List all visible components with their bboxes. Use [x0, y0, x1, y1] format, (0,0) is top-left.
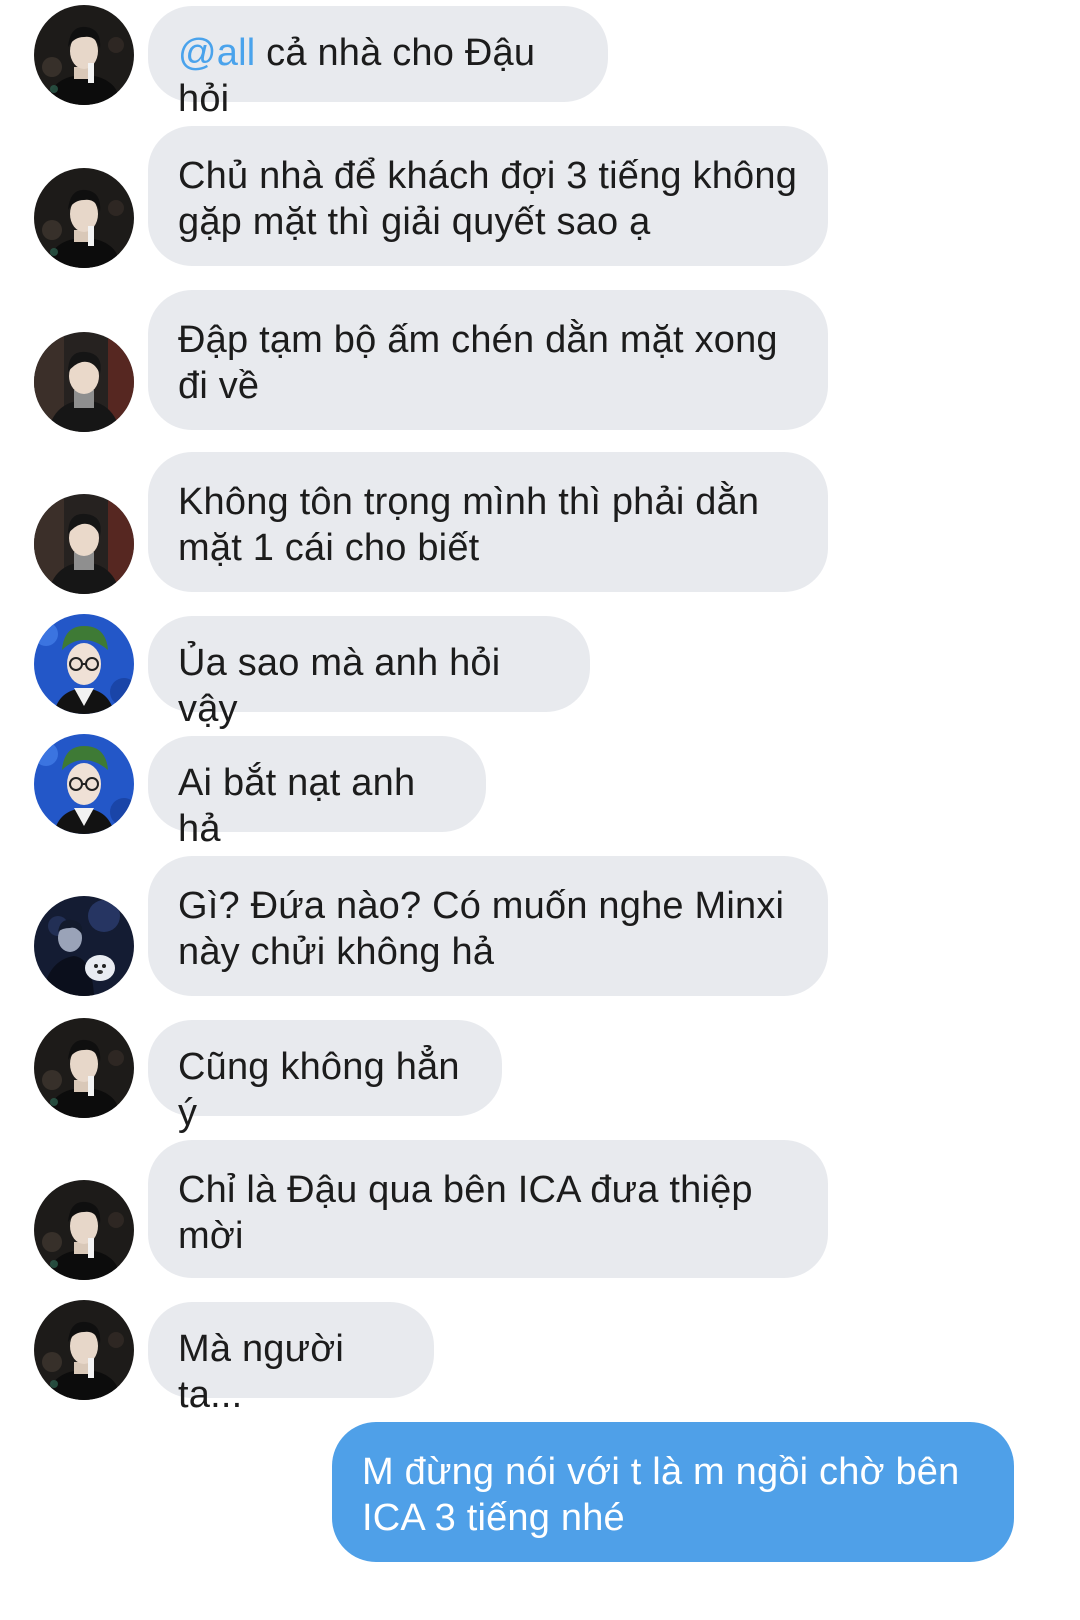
avatar-dark-jacket-icon [34, 5, 134, 105]
message-text: Ai bắt nạt anh hả [178, 762, 416, 850]
mention-all[interactable]: @all [178, 32, 255, 74]
message-bubble[interactable]: Mà người ta... [148, 1302, 434, 1416]
message-text: Cũng không hẳn ý [178, 1046, 460, 1134]
avatar[interactable] [34, 734, 134, 834]
message-text: Mà người ta... [178, 1328, 345, 1416]
avatar[interactable] [34, 5, 134, 105]
avatar-dark-jacket-icon [34, 168, 134, 268]
sent-message-bubble[interactable]: M đừng nói với t là m ngồi chờ bên ICA 3… [332, 1422, 1014, 1562]
avatar-dark-jacket-icon [34, 1018, 134, 1118]
avatar[interactable] [34, 168, 134, 268]
avatar-blue-glasses-icon [34, 734, 134, 834]
avatar[interactable] [34, 1300, 134, 1400]
message-bubble[interactable]: Cũng không hẳn ý [148, 1020, 502, 1134]
message-bubble[interactable]: Ủa sao mà anh hỏi vậy [148, 616, 590, 730]
message-text: Chỉ là Đậu qua bên ICA đưa thiệp mời [178, 1169, 753, 1257]
message-text: Chủ nhà để khách đợi 3 tiếng không gặp m… [178, 155, 798, 243]
message-bubble[interactable]: Chủ nhà để khách đợi 3 tiếng không gặp m… [148, 126, 828, 266]
message-bubble[interactable]: Không tôn trọng mình thì phải dằn mặt 1 … [148, 452, 828, 592]
avatar-blue-glasses-icon [34, 614, 134, 714]
message-bubble[interactable]: @all cả nhà cho Đậu hỏi [148, 6, 608, 120]
message-text: Gì? Đứa nào? Có muốn nghe Minxi này chửi… [178, 885, 785, 973]
avatar[interactable] [34, 494, 134, 594]
avatar-dark-jacket-icon [34, 1180, 134, 1280]
chat-thread: @all cả nhà cho Đậu hỏi Chủ nhà để khách… [0, 0, 1080, 1620]
message-text: Đập tạm bộ ấm chén dằn mặt xong đi về [178, 319, 778, 407]
avatar-concert-dog-icon [34, 896, 134, 996]
message-bubble[interactable]: Đập tạm bộ ấm chén dằn mặt xong đi về [148, 290, 828, 430]
message-bubble[interactable]: Ai bắt nạt anh hả [148, 736, 486, 850]
message-text: Không tôn trọng mình thì phải dằn mặt 1 … [178, 481, 760, 569]
avatar[interactable] [34, 614, 134, 714]
avatar-grey-turtleneck-icon [34, 332, 134, 432]
avatar[interactable] [34, 1180, 134, 1280]
sent-message-text: M đừng nói với t là m ngồi chờ bên ICA 3… [362, 1451, 960, 1539]
avatar[interactable] [34, 332, 134, 432]
message-text: Ủa sao mà anh hỏi vậy [178, 642, 501, 730]
avatar-dark-jacket-icon [34, 1300, 134, 1400]
message-bubble[interactable]: Gì? Đứa nào? Có muốn nghe Minxi này chửi… [148, 856, 828, 996]
avatar[interactable] [34, 1018, 134, 1118]
avatar-grey-turtleneck-icon [34, 494, 134, 594]
avatar[interactable] [34, 896, 134, 996]
message-bubble[interactable]: Chỉ là Đậu qua bên ICA đưa thiệp mời [148, 1140, 828, 1278]
